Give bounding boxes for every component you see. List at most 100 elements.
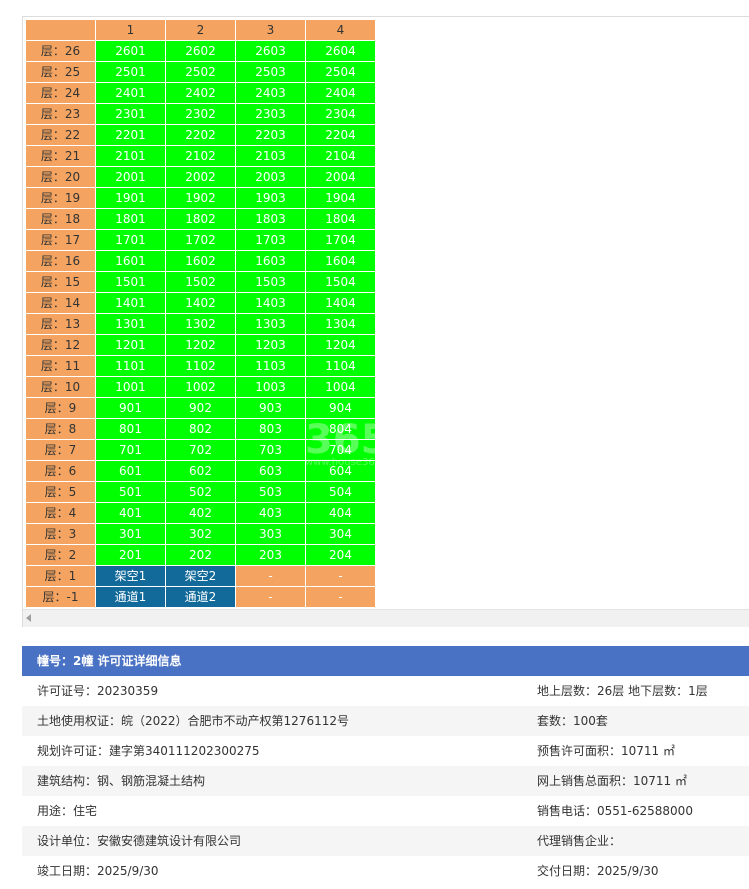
unit-cell[interactable]: 2201 [95,124,166,146]
unit-cell[interactable]: 203 [235,544,306,566]
unit-cell[interactable]: 2403 [235,82,306,104]
unit-cell[interactable]: 2104 [305,145,376,167]
unit-cell[interactable]: 1503 [235,271,306,293]
unit-cell[interactable]: 2601 [95,40,166,62]
unit-cell[interactable]: 1404 [305,292,376,314]
unit-cell[interactable]: 303 [235,523,306,545]
horizontal-scrollbar[interactable] [23,609,749,627]
unit-cell[interactable]: 202 [165,544,236,566]
unit-cell[interactable]: 2101 [95,145,166,167]
unit-cell[interactable]: 1001 [95,376,166,398]
unit-cell[interactable]: 1802 [165,208,236,230]
unit-cell[interactable]: 1703 [235,229,306,251]
unit-cell[interactable]: 302 [165,523,236,545]
unit-cell[interactable]: 1701 [95,229,166,251]
unit-cell[interactable]: 1402 [165,292,236,314]
unit-cell[interactable]: 604 [305,460,376,482]
unit-cell[interactable]: 204 [305,544,376,566]
unit-cell[interactable]: 1003 [235,376,306,398]
unit-cell[interactable]: 703 [235,439,306,461]
unit-cell[interactable]: 401 [95,502,166,524]
unit-cell[interactable]: 403 [235,502,306,524]
unit-cell[interactable]: 603 [235,460,306,482]
unit-cell[interactable]: 2402 [165,82,236,104]
unit-cell[interactable]: 901 [95,397,166,419]
unit-cell[interactable]: 404 [305,502,376,524]
unit-cell[interactable]: 1904 [305,187,376,209]
unit-cell[interactable]: 2204 [305,124,376,146]
unit-cell[interactable]: 2602 [165,40,236,62]
unit-cell[interactable]: 2003 [235,166,306,188]
unit-cell[interactable]: 1603 [235,250,306,272]
unit-cell[interactable]: 1203 [235,334,306,356]
unit-cell[interactable]: 2401 [95,82,166,104]
unit-cell[interactable]: 1304 [305,313,376,335]
unit-cell[interactable]: 601 [95,460,166,482]
unit-cell[interactable]: 804 [305,418,376,440]
unit-cell[interactable]: 704 [305,439,376,461]
unit-cell[interactable]: 2304 [305,103,376,125]
unit-cell[interactable]: 架空2 [165,565,236,587]
unit-cell[interactable]: 通道1 [95,586,166,608]
unit-cell[interactable]: 2202 [165,124,236,146]
unit-cell[interactable]: 402 [165,502,236,524]
unit-cell[interactable]: 2301 [95,103,166,125]
unit-cell[interactable]: 304 [305,523,376,545]
unit-cell[interactable]: 301 [95,523,166,545]
unit-cell[interactable]: 2001 [95,166,166,188]
unit-cell[interactable]: 1103 [235,355,306,377]
unit-cell[interactable]: 1902 [165,187,236,209]
unit-cell[interactable]: 502 [165,481,236,503]
unit-cell[interactable]: 1301 [95,313,166,335]
unit-cell[interactable]: 1204 [305,334,376,356]
unit-cell[interactable]: 2501 [95,61,166,83]
unit-cell[interactable]: 1501 [95,271,166,293]
unit-cell[interactable]: 1804 [305,208,376,230]
unit-cell[interactable]: 1004 [305,376,376,398]
unit-cell[interactable]: 2103 [235,145,306,167]
unit-cell[interactable]: 501 [95,481,166,503]
unit-cell[interactable]: 503 [235,481,306,503]
unit-cell[interactable]: 2503 [235,61,306,83]
unit-cell[interactable]: 1803 [235,208,306,230]
unit-cell[interactable]: 602 [165,460,236,482]
unit-cell[interactable]: 802 [165,418,236,440]
unit-cell[interactable]: 2002 [165,166,236,188]
unit-cell[interactable]: 1602 [165,250,236,272]
unit-cell[interactable]: 701 [95,439,166,461]
unit-cell[interactable]: 1403 [235,292,306,314]
unit-cell[interactable]: 2504 [305,61,376,83]
unit-cell[interactable]: 1401 [95,292,166,314]
unit-cell[interactable]: 1903 [235,187,306,209]
unit-cell[interactable]: 1604 [305,250,376,272]
unit-cell[interactable]: 904 [305,397,376,419]
unit-cell[interactable]: 801 [95,418,166,440]
unit-cell[interactable]: 803 [235,418,306,440]
unit-cell[interactable]: 1702 [165,229,236,251]
unit-cell[interactable]: 504 [305,481,376,503]
unit-cell[interactable]: 903 [235,397,306,419]
unit-cell[interactable]: 1002 [165,376,236,398]
unit-cell[interactable]: 1303 [235,313,306,335]
unit-cell[interactable]: 1302 [165,313,236,335]
unit-cell[interactable]: 架空1 [95,565,166,587]
unit-cell[interactable]: 201 [95,544,166,566]
scroll-left-arrow-icon[interactable] [26,614,31,622]
unit-cell[interactable]: 2303 [235,103,306,125]
unit-cell[interactable]: 1504 [305,271,376,293]
unit-cell[interactable]: 902 [165,397,236,419]
unit-cell[interactable]: 1801 [95,208,166,230]
unit-cell[interactable]: 2004 [305,166,376,188]
unit-cell[interactable]: 1704 [305,229,376,251]
unit-cell[interactable]: 2502 [165,61,236,83]
unit-cell[interactable]: 1901 [95,187,166,209]
unit-cell[interactable]: 2302 [165,103,236,125]
unit-cell[interactable]: 2603 [235,40,306,62]
unit-cell[interactable]: 1601 [95,250,166,272]
unit-cell[interactable]: 702 [165,439,236,461]
unit-cell[interactable]: 1101 [95,355,166,377]
unit-cell[interactable]: 2102 [165,145,236,167]
unit-cell[interactable]: 2203 [235,124,306,146]
unit-cell[interactable]: 2404 [305,82,376,104]
unit-cell[interactable]: 1502 [165,271,236,293]
